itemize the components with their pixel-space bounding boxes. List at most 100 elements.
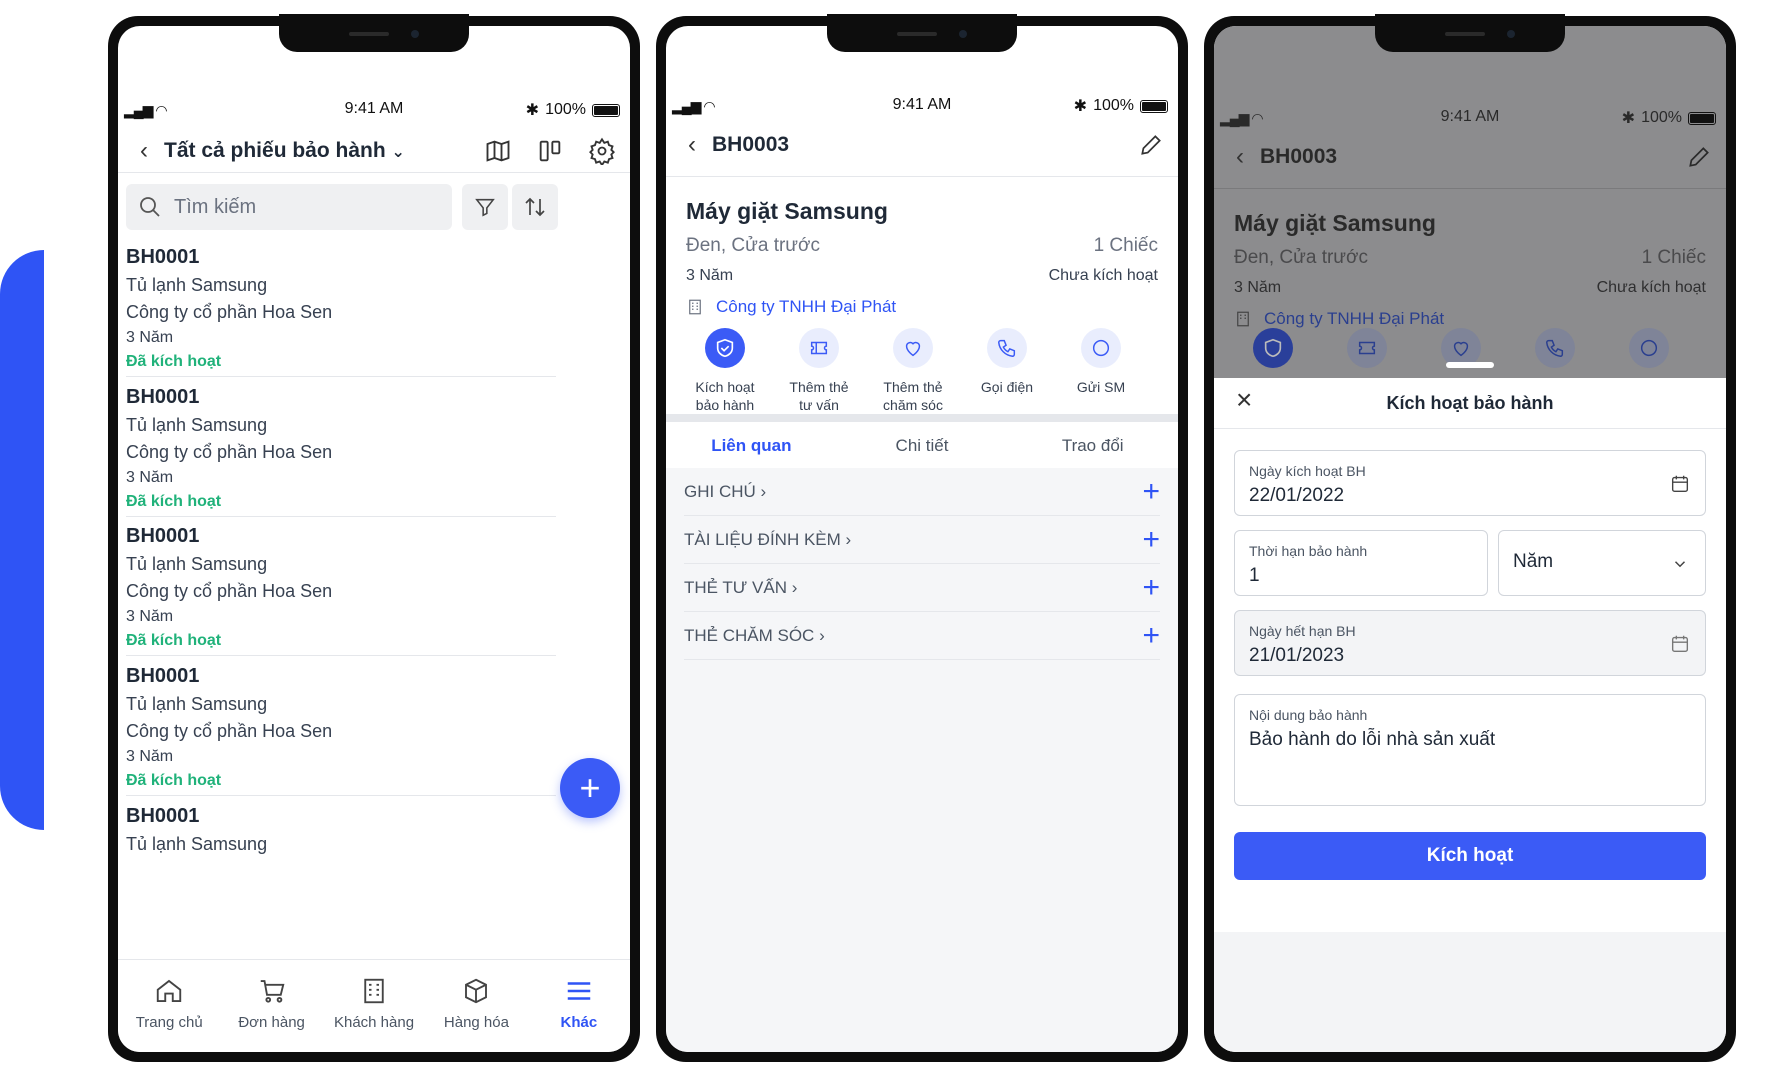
action-label: Thêm thẻ <box>789 379 849 395</box>
item-company: Công ty cổ phần Hoa Sen <box>126 442 333 462</box>
tab-details[interactable]: Chi tiết <box>837 422 1008 472</box>
list-item[interactable]: BH0001 Tủ lạnh Samsung <box>126 805 556 865</box>
warranty-duration: 3 Năm <box>1234 279 1282 296</box>
related-attachments-row[interactable]: TÀI LIỆU ĐÍNH KÈM › + <box>684 516 1160 564</box>
edit-icon <box>1689 147 1709 167</box>
calendar-icon[interactable] <box>1669 473 1691 495</box>
battery-indicator: ✱ 100% <box>1622 108 1716 128</box>
building-icon <box>689 299 701 315</box>
plus-icon[interactable]: + <box>1142 571 1160 605</box>
item-code: BH0001 <box>126 805 200 827</box>
related-label: THẺ CHĂM SÓC <box>684 625 815 645</box>
tab-more[interactable]: Khác <box>528 960 630 1052</box>
list-item[interactable]: BH0001 Tủ lạnh Samsung Công ty cổ phần H… <box>126 246 556 377</box>
map-icon[interactable] <box>484 137 512 165</box>
action-label: Gọi điện <box>980 379 1034 395</box>
plus-icon[interactable]: + <box>1142 523 1160 557</box>
sort-icon <box>525 197 545 217</box>
company-link[interactable]: Công ty TNHH Đại Phát <box>686 297 1158 317</box>
status-bar: ▂▄▆ ◠ 9:41 AM ✱ 100% <box>1214 106 1726 130</box>
activation-status: Chưa kích hoạt <box>1048 267 1158 284</box>
tab-orders[interactable]: Đơn hàng <box>220 960 322 1052</box>
list-item[interactable]: BH0001 Tủ lạnh Samsung Công ty cổ phần H… <box>126 665 556 796</box>
field-value: 21/01/2023 <box>1249 645 1345 666</box>
item-duration: 3 Năm <box>126 748 174 765</box>
list-screen: ▂▄▆ ◠ 9:41 AM ✱ 100% ‹ Tất cả phiếu bảo h… <box>118 26 630 1052</box>
product-name: Máy giặt Samsung <box>1234 210 1436 236</box>
plus-icon: + <box>579 767 601 808</box>
phone-notch <box>279 14 469 52</box>
gear-icon[interactable] <box>588 137 616 165</box>
call-action[interactable]: Gọi điện <box>960 328 1054 414</box>
bluetooth-icon: ✱ <box>525 102 540 119</box>
cart-icon <box>260 980 285 1003</box>
item-code: BH0001 <box>126 525 200 547</box>
warranty-content-textarea[interactable]: Nội dung bảo hành Bảo hành do lỗi nhà sả… <box>1234 694 1706 806</box>
battery-percent: 100% <box>545 101 586 118</box>
tab-related[interactable]: Liên quan <box>666 422 837 472</box>
add-consult-card-action[interactable]: Thêm thẻ tư vấn <box>772 328 866 414</box>
list-title-dropdown[interactable]: Tất cả phiếu bảo hành ⌄ <box>164 139 405 163</box>
action-label: bảo hành <box>695 397 755 413</box>
battery-icon <box>1140 99 1168 113</box>
tab-products[interactable]: Hàng hóa <box>425 960 527 1052</box>
list-item[interactable]: BH0001 Tủ lạnh Samsung Công ty cổ phần H… <box>126 386 556 517</box>
chevron-right-icon: › <box>845 529 852 549</box>
page-title: BH0003 <box>712 133 790 156</box>
period-unit-select[interactable]: Năm <box>1498 530 1706 596</box>
sheet-footer <box>1214 932 1726 1052</box>
list-item[interactable]: BH0001 Tủ lạnh Samsung Công ty cổ phần H… <box>126 525 556 656</box>
close-icon[interactable]: × <box>1236 384 1252 416</box>
sheet-title: Kích hoạt bảo hành <box>1386 392 1554 413</box>
field-label: Ngày kích hoạt BH <box>1249 463 1366 479</box>
back-button[interactable]: ‹ <box>672 131 712 159</box>
item-product: Tủ lạnh Samsung <box>126 834 268 854</box>
activate-warranty-sheet: × Kích hoạt bảo hành Ngày kích hoạt BH 2… <box>1214 378 1726 1052</box>
plus-icon[interactable]: + <box>1142 619 1160 653</box>
related-consult-row[interactable]: THẺ TƯ VẤN › + <box>684 564 1160 612</box>
related-list: GHI CHÚ › + TÀI LIỆU ĐÍNH KÈM › + THẺ TƯ… <box>666 468 1178 1052</box>
sort-button[interactable] <box>512 184 558 230</box>
back-button[interactable]: ‹ <box>124 137 164 165</box>
status-bar: ▂▄▆ ◠ 9:41 AM ✱ 100% <box>666 94 1178 118</box>
activate-warranty-action[interactable]: Kích hoạt bảo hành <box>678 328 772 414</box>
tab-home[interactable]: Trang chủ <box>118 960 220 1052</box>
sms-action[interactable]: Gửi SM <box>1054 328 1148 414</box>
filter-button[interactable] <box>462 184 508 230</box>
edit-icon[interactable] <box>1138 132 1164 158</box>
menu-icon <box>567 982 591 1000</box>
warranty-period-field[interactable]: Thời hạn bảo hành 1 <box>1234 530 1488 596</box>
tab-customers[interactable]: Khách hàng <box>323 960 425 1052</box>
sheet-drag-handle[interactable] <box>1446 362 1494 368</box>
activate-button[interactable]: Kích hoạt <box>1234 832 1706 880</box>
tab-discussion[interactable]: Trao đổi <box>1007 422 1178 472</box>
kanban-icon[interactable] <box>536 137 564 165</box>
battery-icon <box>1688 111 1716 125</box>
add-warranty-button[interactable]: + <box>560 758 620 818</box>
battery-percent: 100% <box>1641 109 1682 126</box>
action-label: Gửi SM <box>1076 379 1126 395</box>
shield-icon <box>1264 338 1282 358</box>
select-value: Năm <box>1513 551 1554 572</box>
box-icon <box>465 978 488 1004</box>
plus-icon[interactable]: + <box>1142 475 1160 509</box>
action-label: chăm sóc <box>883 397 943 413</box>
bottom-tab-bar: Trang chủ Đơn hàng Khách hàng Hàng hóa K… <box>118 959 630 1052</box>
search-field[interactable] <box>126 184 452 230</box>
activate-screen: ▂▄▆ ◠ 9:41 AM ✱ 100% ‹ BH0003 Máy giặt Sa… <box>1214 26 1726 1052</box>
sheet-header: × Kích hoạt bảo hành <box>1214 378 1726 429</box>
add-care-card-action[interactable]: Thêm thẻ chăm sóc <box>866 328 960 414</box>
battery-icon <box>592 103 620 117</box>
activation-date-field[interactable]: Ngày kích hoạt BH 22/01/2022 <box>1234 450 1706 516</box>
action-label: Kích hoạt <box>695 379 755 395</box>
search-input[interactable] <box>172 194 446 220</box>
related-notes-row[interactable]: GHI CHÚ › + <box>684 468 1160 516</box>
phone-frame-list: ▂▄▆ ◠ 9:41 AM ✱ 100% ‹ Tất cả phiếu bảo h… <box>108 14 640 1062</box>
item-product: Tủ lạnh Samsung <box>126 415 268 435</box>
page-title: BH0003 <box>1260 145 1338 168</box>
item-product: Tủ lạnh Samsung <box>126 275 268 295</box>
related-care-row[interactable]: THẺ CHĂM SÓC › + <box>684 612 1160 660</box>
dimmed-background: ▂▄▆ ◠ 9:41 AM ✱ 100% ‹ BH0003 Máy giặt Sa… <box>1214 26 1726 378</box>
decorative-accent-shape <box>0 250 44 830</box>
product-quantity: 1 Chiếc <box>1093 235 1158 256</box>
